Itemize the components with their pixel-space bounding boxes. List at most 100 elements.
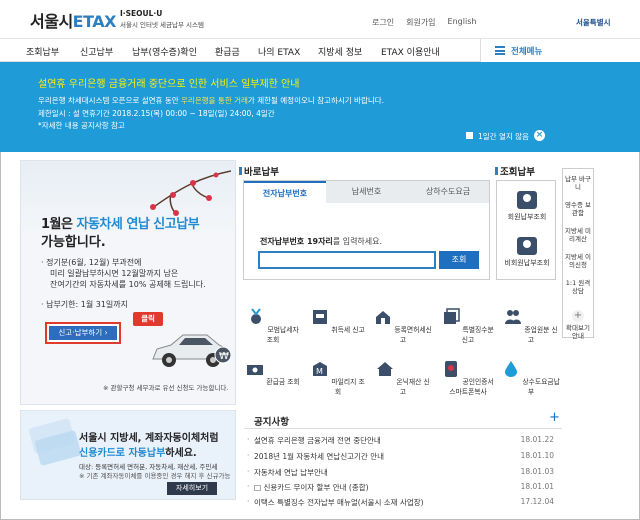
main-nav: 조회납부 신고납부 납부(영수증)확인 환급금 나의 ETAX 지방세 정보 E…: [0, 38, 640, 62]
money-icon: [247, 365, 264, 375]
grid-item-cert-copy[interactable]: 공인인증서 스마트폰복사: [439, 360, 497, 396]
search-button[interactable]: 조회: [439, 251, 479, 269]
payment-number-input[interactable]: [258, 251, 436, 269]
hamburger-icon: [495, 46, 505, 55]
people-icon: [505, 310, 522, 324]
notice-line2: 제한일시 : 설 연휴기간 2018.2.15(목) 00:00 ~ 18일(일…: [38, 109, 275, 118]
notice-line1-a: 우리은행 차세대시스템 오픈으로 설연휴 동안: [38, 96, 182, 105]
english-link[interactable]: English: [448, 17, 477, 28]
banner-note: ※ 관할구청 세무과로 유선 신청도 가능합니다.: [103, 384, 229, 392]
inquiry-box: 회원납부조회 비회원납부조회: [496, 180, 556, 280]
notice-more-icon[interactable]: +: [549, 410, 560, 425]
quick-item-objection[interactable]: 지방세 이의신청: [563, 253, 593, 269]
signup-link[interactable]: 회원가입: [406, 17, 435, 28]
login-link[interactable]: 로그인: [372, 17, 394, 28]
notice-row-text[interactable]: 이택스 특별징수 전자납부 매뉴얼(서울시 소재 사업장): [254, 498, 424, 507]
grid-item-special-collection[interactable]: 특별징수분 신고: [439, 308, 497, 344]
service-grid: 모범납세자 조회 취득세 신고 등록면허세신고 특별징수분 신고 종업원분 신고…: [244, 300, 564, 410]
seoul-brand: I·SEOUL·U: [120, 9, 163, 18]
details-button[interactable]: 자세히보기: [167, 482, 217, 495]
notice-row-text[interactable]: □ 신용카드 무이자 할부 안내 (종합): [254, 483, 369, 492]
nav-item-receipt[interactable]: 납부(영수증)확인: [132, 45, 197, 58]
bar-payment-label: 전자납부번호 19자리를 입력하세요.: [260, 236, 382, 247]
notice-row-text[interactable]: 설연휴 우리은행 금융거래 전면 중단안내: [254, 436, 381, 445]
autopay-title2-a: 신용카드로 자동납부: [79, 448, 166, 459]
nav-item-report-payment[interactable]: 신고납부: [80, 45, 113, 58]
seoul-city-logo[interactable]: 서울특별시: [576, 17, 611, 28]
card-autopay-banner: 서울시 지방세, 계좌자동이체처럼 신용카드로 자동납부하세요. 대상: 등록면…: [20, 410, 236, 500]
grid-item-refund-inquiry[interactable]: 환급금 조회: [244, 360, 302, 386]
tab-electronic-number[interactable]: 전자납부번호: [244, 181, 326, 203]
report-payment-button[interactable]: 신고·납부하기 ›: [45, 322, 121, 344]
car-document-icon: [313, 310, 328, 324]
quick-item-zoom[interactable]: 확대보기 안내: [563, 324, 593, 340]
grid-item-mileage[interactable]: M 마일리지 조회: [309, 360, 367, 396]
car-image: ₩: [152, 334, 231, 367]
non-member-inquiry-button[interactable]: 비회원납부조회: [497, 237, 557, 268]
autopay-note: ※ 기존 계좌자동이체를 이용중인 경우 해지 후 신규가능: [79, 472, 231, 480]
svg-text:M: M: [316, 367, 323, 376]
grid-item-employee-tax[interactable]: 종업원분 신고: [502, 308, 560, 344]
notice-line1-highlight: 우리은행을 통한 거래: [181, 96, 248, 105]
notice-row-date: 18.01.22: [520, 435, 554, 444]
zoom-plus-icon[interactable]: +: [572, 310, 584, 322]
logo[interactable]: 서울시ETAX: [30, 8, 117, 32]
notice-title: 설연휴 우리은행 금융거래 중단으로 인한 서비스 일부제한 안내: [38, 79, 300, 90]
click-badge: 클릭: [133, 312, 163, 326]
notice-row[interactable]: 자동차세 연납 납부안내 18.01.03: [247, 467, 554, 478]
house-icon: [377, 362, 394, 376]
notice-row-date: 17.12.04: [520, 497, 554, 506]
nav-item-inquiry-payment[interactable]: 조회납부: [26, 45, 59, 58]
tab-tax-number[interactable]: 납세번호: [326, 181, 407, 203]
banner-title-line2: 가능합니다.: [41, 235, 106, 250]
quick-item-receipt-box[interactable]: 영수증 보관함: [563, 201, 593, 217]
notice-row[interactable]: 이택스 특별징수 전자납부 매뉴얼(서울시 소재 사업장) 17.12.04: [247, 497, 554, 508]
grid-item-registration-tax[interactable]: 등록면허세신고: [374, 308, 432, 344]
notice-list-title: 공지사항: [254, 417, 289, 428]
notice-row-text[interactable]: 2018년 1월 자동차세 연납신고기간 안내: [254, 452, 384, 461]
header: 서울시ETAX I·SEOUL·U 서울시 인터넷 세금납부 시스템 로그인 회…: [0, 0, 640, 38]
notice-row[interactable]: 설연휴 우리은행 금융거래 전면 중단안내 18.01.22: [247, 435, 554, 446]
grid-item-hidden-assets[interactable]: 온닉재산 신고: [374, 360, 432, 396]
quick-item-remote[interactable]: 1:1 원격 상담: [563, 279, 593, 295]
banner-bullet2: · 납부기한: 1월 31일까지: [41, 300, 129, 309]
notice-line1: 우리은행 차세대시스템 오픈으로 설연휴 동안 우리은행을 통한 거래가 제한될…: [38, 95, 384, 106]
quick-item-basket[interactable]: 납부 바구니: [563, 175, 593, 191]
banner-title-a: 1월은: [41, 217, 77, 232]
banner-bullet1c: 잔여기간의 자동차세를 10% 공제해 드립니다.: [50, 280, 206, 289]
notice-row[interactable]: □ 신용카드 무이자 할부 안내 (종합) 18.01.01: [247, 482, 554, 493]
grid-item-water-fee[interactable]: 상수도요금납부: [502, 360, 560, 396]
util-links: 로그인 회원가입 English: [372, 17, 476, 28]
member-icon: [517, 191, 537, 209]
nav-item-local-tax-info[interactable]: 지방세 정보: [318, 45, 362, 58]
notice-row-date: 18.01.01: [520, 482, 554, 491]
hide-one-day-checkbox[interactable]: [466, 132, 473, 139]
quick-menu: 납부 바구니 영수증 보관함 지방세 미리계산 지방세 이의신청 1:1 원격 …: [562, 168, 594, 340]
seoul-subtitle: 서울시 인터넷 세금납부 시스템: [120, 21, 204, 29]
grid-item-acquisition-tax[interactable]: 취득세 신고: [309, 308, 367, 334]
banner-title: 1월은 자동차세 연납 신고납부: [41, 213, 200, 232]
document-stack-icon: [444, 308, 461, 324]
all-menu-button[interactable]: 전체메뉴: [480, 39, 640, 62]
notice-row[interactable]: 2018년 1월 자동차세 연납신고기간 안내 18.01.10: [247, 451, 554, 462]
logo-etax: ETAX: [72, 12, 117, 31]
bar-payment-tabs: 전자납부번호 납세번호 상하수도요금: [244, 181, 489, 203]
nav-item-refund[interactable]: 환급금: [215, 45, 240, 58]
close-icon[interactable]: ×: [534, 130, 545, 141]
tab-water-fee[interactable]: 상하수도요금: [407, 181, 489, 203]
non-member-icon: [517, 237, 537, 255]
banner-bullet1b: 미리 일괄납부하시면 12월말까지 남은: [50, 269, 179, 278]
autopay-title2-b: 하세요.: [165, 448, 197, 459]
quick-item-calc[interactable]: 지방세 미리계산: [563, 227, 593, 243]
certificate-icon: [445, 361, 458, 377]
member-inquiry-button[interactable]: 회원납부조회: [497, 191, 557, 222]
banner-title-b: 자동차세 연납 신고납부: [76, 217, 200, 232]
grid-item-model-taxpayer[interactable]: 모범납세자 조회: [244, 308, 302, 344]
nav-item-etax-guide[interactable]: ETAX 이용안내: [381, 45, 440, 58]
hide-one-day-label[interactable]: 1일간 열지 않음: [478, 131, 529, 142]
nav-item-my-etax[interactable]: 나의 ETAX: [258, 45, 300, 58]
autopay-title2: 신용카드로 자동납부하세요.: [79, 444, 197, 459]
grid-label: 환급금 조회: [266, 378, 300, 386]
notice-row-text[interactable]: 자동차세 연납 납부안내: [254, 468, 328, 477]
car-tax-banner: 1월은 자동차세 연납 신고납부 가능합니다. · 정기분(6월, 12월) 부…: [20, 160, 236, 405]
